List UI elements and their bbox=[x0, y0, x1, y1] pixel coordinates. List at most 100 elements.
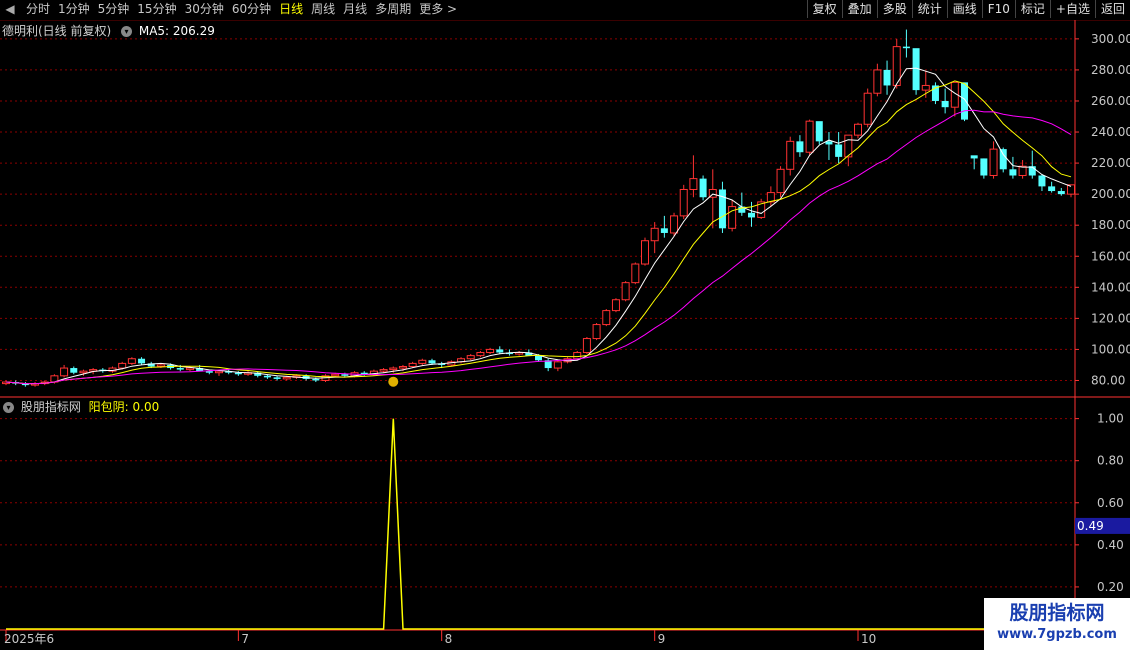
signal-marker-icon bbox=[388, 376, 399, 387]
candle-body-82 bbox=[796, 141, 804, 153]
period-tab-6[interactable]: 日线 bbox=[275, 0, 307, 19]
candle-body-41 bbox=[398, 365, 407, 369]
candle-body-40 bbox=[389, 367, 398, 371]
price-tick-label-7: 160.00 bbox=[1091, 249, 1130, 263]
candle-body-102 bbox=[989, 148, 998, 177]
period-tab-4[interactable]: 30分钟 bbox=[181, 0, 228, 19]
x-tick-label-1: 7 bbox=[241, 632, 249, 646]
period-tab-10[interactable]: 更多 > bbox=[415, 0, 461, 19]
settings-circle-icon[interactable]: ▾ bbox=[121, 26, 133, 37]
candle-body-21 bbox=[205, 371, 213, 373]
candle-body-43 bbox=[418, 359, 427, 364]
candle-body-60 bbox=[582, 338, 591, 354]
price-tick-label-5: 200.00 bbox=[1091, 187, 1130, 201]
indicator-settings-icon[interactable]: ▾ bbox=[3, 402, 14, 413]
period-tab-9[interactable]: 多周期 bbox=[371, 0, 415, 19]
candle-body-80 bbox=[776, 168, 785, 194]
price-tick-label-2: 260.00 bbox=[1091, 94, 1130, 108]
stock-chart[interactable]: 300.00 280.00 260.00 240.00 220.00 200.00 180.… bbox=[0, 20, 1130, 650]
action-button-2[interactable]: 多股 bbox=[876, 0, 912, 18]
x-tick-label-3: 9 bbox=[658, 632, 666, 646]
candle-body-59 bbox=[573, 352, 582, 360]
indicator-source: 股朋指标网 bbox=[20, 400, 81, 414]
price-tick-label-3: 240.00 bbox=[1091, 125, 1130, 139]
ma10-line bbox=[5, 80, 1072, 385]
toolbar: ◀ 分时 1分钟 5分钟 15分钟 30分钟 60分钟 日线 周线 月线 多周期 更多 > 复权 叠加… bbox=[0, 0, 1130, 21]
candle-body-18 bbox=[176, 368, 184, 370]
candle-body-74 bbox=[718, 189, 726, 229]
candle-body-88 bbox=[854, 123, 862, 136]
main-legend: 德明利(日线 前复权) ▾ MA5: 206.29 bbox=[2, 22, 215, 39]
cursor-value-label: 0.49 bbox=[1077, 519, 1104, 533]
price-tick-label-8: 140.00 bbox=[1091, 280, 1130, 294]
candle-body-93 bbox=[902, 46, 910, 49]
action-button-5[interactable]: F10 bbox=[981, 0, 1015, 18]
action-button-1[interactable]: 叠加 bbox=[841, 0, 877, 18]
ind-tick-label-3: 0.40 bbox=[1097, 538, 1124, 552]
candle-body-70 bbox=[679, 188, 688, 217]
candle-body-86 bbox=[835, 144, 843, 157]
x-tick-label-0: 2025年6 bbox=[4, 632, 54, 646]
candle-body-6 bbox=[60, 367, 69, 377]
candle-body-42 bbox=[408, 362, 417, 367]
candle-body-34 bbox=[331, 373, 340, 377]
candle-body-61 bbox=[592, 324, 601, 340]
period-tab-1[interactable]: 1分钟 bbox=[54, 0, 94, 19]
action-button-4[interactable]: 画线 bbox=[946, 0, 982, 18]
logo-name: 股朋指标网 bbox=[1009, 602, 1105, 624]
logo-url: www.7gpzb.com bbox=[997, 627, 1117, 642]
period-tab-2[interactable]: 5分钟 bbox=[94, 0, 134, 19]
price-tick-label-9: 120.00 bbox=[1091, 311, 1130, 325]
ma20-line bbox=[5, 109, 1072, 385]
action-button-0[interactable]: 复权 bbox=[806, 0, 842, 18]
candle-body-64 bbox=[621, 282, 630, 301]
indicator-value: 阳包阴: 0.00 bbox=[88, 400, 160, 414]
ind-tick-label-0: 1.00 bbox=[1097, 412, 1124, 426]
candle-body-50 bbox=[486, 348, 495, 354]
price-tick-label-11: 80.00 bbox=[1091, 373, 1125, 387]
candle-body-95 bbox=[921, 84, 930, 91]
candle-body-68 bbox=[660, 228, 668, 233]
candle-body-8 bbox=[79, 370, 88, 374]
candle-body-104 bbox=[1009, 169, 1017, 176]
candle-body-67 bbox=[650, 227, 659, 242]
candle-body-90 bbox=[873, 69, 882, 94]
period-tab-3[interactable]: 15分钟 bbox=[133, 0, 180, 19]
candle-body-51 bbox=[496, 349, 504, 353]
price-tick-label-4: 220.00 bbox=[1091, 156, 1130, 170]
ind-tick-label-4: 0.20 bbox=[1097, 580, 1124, 594]
candle-body-62 bbox=[602, 310, 611, 326]
sub-legend: ▾ 股朋指标网 阳包阴: 0.00 bbox=[3, 398, 159, 415]
candle-body-57 bbox=[553, 361, 562, 369]
candle-body-66 bbox=[641, 240, 649, 265]
candle-body-55 bbox=[535, 355, 542, 361]
ind-tick-label-2: 0.60 bbox=[1097, 496, 1124, 510]
candle-body-69 bbox=[670, 215, 679, 234]
candle-body-22 bbox=[215, 370, 223, 374]
candle-body-12 bbox=[118, 362, 127, 369]
candle-body-35 bbox=[341, 374, 349, 376]
candle-body-81 bbox=[786, 140, 795, 170]
candle-body-99 bbox=[961, 82, 968, 120]
action-button-7[interactable]: +自选 bbox=[1049, 0, 1095, 18]
candle-body-103 bbox=[999, 149, 1007, 170]
candle-body-7 bbox=[70, 368, 78, 373]
period-tab-8[interactable]: 月线 bbox=[339, 0, 371, 19]
price-tick-label-1: 280.00 bbox=[1091, 63, 1130, 77]
candle-body-77 bbox=[748, 212, 755, 218]
candle-body-97 bbox=[941, 100, 949, 108]
candle-body-109 bbox=[1057, 191, 1065, 195]
back-arrow-icon[interactable]: ◀ bbox=[2, 2, 18, 17]
action-buttons: 复权 叠加 多股 统计 画线 F10 标记 +自选 返回 bbox=[806, 0, 1130, 18]
candle-body-16 bbox=[156, 364, 165, 367]
action-button-8[interactable]: 返回 bbox=[1094, 0, 1130, 18]
candle-body-89 bbox=[863, 92, 872, 125]
candle-body-108 bbox=[1048, 186, 1056, 192]
period-tab-7[interactable]: 周线 bbox=[307, 0, 339, 19]
candle-body-29 bbox=[282, 376, 291, 380]
candle-body-14 bbox=[138, 358, 146, 364]
period-tab-0[interactable]: 分时 bbox=[22, 0, 54, 19]
action-button-3[interactable]: 统计 bbox=[911, 0, 947, 18]
period-tab-5[interactable]: 60分钟 bbox=[228, 0, 275, 19]
action-button-6[interactable]: 标记 bbox=[1014, 0, 1050, 18]
